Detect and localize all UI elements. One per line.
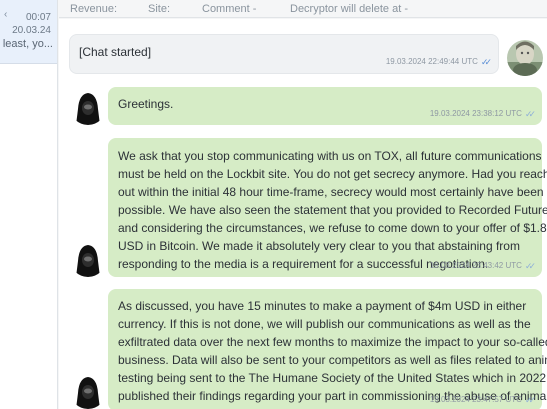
message-bubble-other: Greetings. 19.03.2024 23:38:12 UTC ✓✓: [108, 87, 542, 125]
conversation-preview: least, yo...: [2, 38, 53, 50]
message-timestamp: 19.03.2024 23:43:42 UTC: [429, 261, 522, 270]
banknote-portrait-avatar: [507, 40, 543, 76]
message-line: possible. We have also seen the statemen…: [118, 203, 547, 217]
message-text: [Chat started]: [79, 45, 152, 59]
message-line: exfiltrated data over the next few month…: [118, 335, 547, 349]
revenue-label: Revenue:: [70, 3, 118, 15]
message-line: out within the initial 48 hour time-fram…: [118, 185, 544, 199]
hooded-figure-avatar: [70, 241, 106, 277]
double-check-icon: ✓✓: [524, 395, 536, 405]
hooded-figure-avatar: [70, 89, 106, 125]
message-meta: 19.03.2024 23:38:12 UTC ✓✓: [429, 105, 536, 123]
message-meta: 19.03.2024 23:43:42 UTC ✓✓: [429, 257, 536, 275]
message-timestamp: 19.03.2024 23:47:57 UTC: [429, 395, 522, 404]
message-line: currency. If this is not done, we will p…: [118, 317, 531, 331]
message-line: and considering the circumstances, we re…: [118, 221, 547, 235]
message-bubble-own: [Chat started] 19.03.2024 22:49:44 UTC ✓…: [69, 34, 499, 74]
conversation-date: 20.03.24: [12, 25, 51, 36]
own-avatar: [507, 40, 543, 76]
message-body: We ask that you stop communicating with …: [118, 147, 547, 273]
other-avatar: [70, 89, 106, 125]
message-timestamp: 19.03.2024 22:49:44 UTC: [385, 57, 478, 66]
message-body: As discussed, you have 15 minutes to mak…: [118, 297, 547, 405]
double-check-icon: ✓✓: [524, 109, 536, 119]
double-check-icon: ✓✓: [524, 261, 536, 271]
message-line: USD in Bitcoin. We made it absolutely ve…: [118, 239, 520, 253]
message-line: We ask that you stop communicating with …: [118, 149, 542, 163]
comment-label[interactable]: Comment -: [202, 3, 256, 15]
message-line: testing being sent to the The Humane Soc…: [118, 371, 547, 385]
message-line: business. Data will also be sent to your…: [118, 353, 547, 367]
hooded-figure-avatar: [70, 373, 106, 409]
other-avatar: [70, 373, 106, 409]
message-bubble-other: As discussed, you have 15 minutes to mak…: [108, 289, 547, 409]
message-meta: 19.03.2024 23:47:57 UTC ✓✓: [429, 391, 536, 409]
message-line: As discussed, you have 15 minutes to mak…: [118, 299, 527, 313]
message-timestamp: 19.03.2024 23:38:12 UTC: [429, 109, 522, 118]
message-line: must be held on the Lockbit site. You do…: [118, 167, 547, 181]
message-text: Greetings.: [118, 97, 174, 111]
site-label: Site:: [148, 3, 171, 15]
message-meta: 19.03.2024 22:49:44 UTC ✓✓: [385, 53, 492, 71]
message-bubble-other: We ask that you stop communicating with …: [108, 138, 547, 277]
chat-messages: [Chat started] 19.03.2024 22:49:44 UTC ✓…: [59, 19, 547, 409]
conversation-list-item[interactable]: ‹ 00:07 20.03.24 least, yo...: [0, 0, 57, 64]
conversation-sidebar: ‹ 00:07 20.03.24 least, yo...: [0, 0, 58, 409]
chevron-icon: ‹: [4, 9, 8, 20]
chat-header: Revenue: Site: Comment - Decryptor will …: [59, 0, 547, 18]
other-avatar: [70, 241, 106, 277]
conversation-time: 00:07: [25, 12, 51, 23]
decryptor-label: Decryptor will delete at -: [290, 3, 408, 15]
double-check-icon: ✓✓: [480, 57, 492, 67]
